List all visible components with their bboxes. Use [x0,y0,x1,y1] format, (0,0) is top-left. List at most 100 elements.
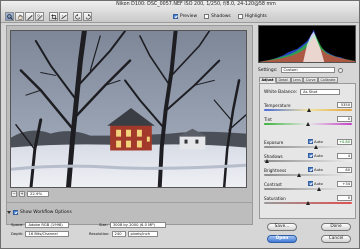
settings-menu-icon[interactable] [337,67,343,73]
cancel-button[interactable]: Cancel [321,235,351,243]
zoom-in-button[interactable]: + [19,191,25,197]
show-workflow-checkbox[interactable] [13,210,18,215]
depth-label: Depth: [11,232,24,236]
space-select[interactable]: Adobe RGB (1998) [25,222,70,228]
crop-icon [50,13,57,20]
disclosure-triangle-icon[interactable] [7,211,11,214]
contrast-auto-label: Auto [314,181,323,186]
toolbar [5,12,92,22]
shadows-clip-checkbox[interactable]: Shadows [204,14,231,19]
brightness-slider-track[interactable] [264,174,352,176]
histogram-graph [259,29,355,62]
white-balance-tool[interactable] [25,12,34,21]
shadows-clip-checkbox-box[interactable] [204,14,210,19]
white-balance-label: White Balance: [264,89,298,95]
exposure-row: Exposure Auto +0.80 [264,139,354,150]
tint-value[interactable]: 0 [337,116,352,122]
contrast-auto-checkbox[interactable] [308,181,313,186]
saturation-slider-thumb[interactable] [305,200,310,205]
tint-row: Tint 0 [264,116,354,127]
saturation-value[interactable]: 0 [337,195,352,201]
contrast-row: Contrast Auto +34 [264,181,354,192]
preview-image[interactable] [10,30,247,188]
open-button[interactable]: Open [267,235,297,243]
shadows-auto[interactable]: Auto [308,153,323,158]
exposure-auto-checkbox[interactable] [308,139,313,144]
temperature-label: Temperature [264,103,291,108]
settings-row: Settings: Custom [258,67,343,73]
white-balance-select[interactable]: As Shot [300,89,341,95]
highlights-clip-checkbox-box[interactable] [237,14,243,19]
rotate-left-tool[interactable] [73,12,82,21]
show-workflow-toggle[interactable]: Show Workflow Options [7,210,72,215]
depth-select[interactable]: 16 Bits/Channel [25,231,70,237]
exposure-auto-label: Auto [314,139,323,144]
temperature-slider-thumb[interactable] [307,107,312,112]
zoom-icon [6,13,13,20]
histogram [258,25,356,63]
contrast-slider-thumb[interactable] [316,186,321,191]
saturation-label: Saturation [264,196,286,201]
preview-label: Preview [180,14,198,19]
tint-slider-thumb[interactable] [305,121,310,126]
zoom-out-button[interactable]: − [11,191,17,197]
size-select[interactable]: 3008 by 2000 (6.0 MP) [109,222,166,228]
resolution-label: Resolution: [89,232,110,236]
brightness-auto-checkbox[interactable] [308,167,313,172]
color-sampler-icon [36,13,43,20]
straighten-tool[interactable] [59,12,68,21]
highlights-clip-checkbox[interactable]: Highlights [237,14,267,19]
highlights-clip-label: Highlights [244,14,267,19]
contrast-auto[interactable]: Auto [308,181,323,186]
resolution-input[interactable]: 240 [111,231,126,237]
shadows-clip-label: Shadows [211,14,231,19]
zoom-tool[interactable] [5,12,14,21]
hand-icon [17,14,23,20]
brightness-value[interactable]: 60 [337,167,352,173]
tint-label: Tint [264,117,272,122]
adjust-panel: White Balance: As Shot Temperature 5350 … [259,83,356,219]
shadows-slider-track[interactable] [264,160,352,162]
photo-scene [11,31,246,187]
straighten-icon [60,14,67,19]
contrast-slider-track[interactable] [264,188,352,190]
window-title: Nikon D100: DSC_0057.NEF ISO 200, 1/250,… [116,2,276,7]
exposure-value[interactable]: +0.80 [337,139,352,145]
rotate-right-tool[interactable] [83,12,92,21]
brightness-auto-label: Auto [314,167,323,172]
rotate-right-icon [85,13,91,19]
brightness-slider-thumb[interactable] [296,172,301,177]
crop-tool[interactable] [49,12,58,21]
shadows-value[interactable]: 4 [337,153,352,159]
temperature-value[interactable]: 5350 [337,102,352,108]
exposure-label: Exposure [264,140,284,145]
exposure-slider-track[interactable] [264,146,352,148]
workflow-options: Show Workflow Options Space: Adobe RGB (… [7,204,255,248]
brightness-auto[interactable]: Auto [308,167,323,172]
contrast-label: Contrast [264,182,282,187]
zoom-level-select[interactable]: 22.9% [27,191,49,197]
color-sampler-tool[interactable] [35,12,44,21]
brightness-label: Brightness [264,168,287,173]
size-label: Size: [99,223,108,227]
workflow-divider [6,202,253,203]
preview-checkbox[interactable]: Preview [173,14,197,19]
contrast-value[interactable]: +34 [337,181,352,187]
hand-tool[interactable] [15,12,24,21]
saturation-row: Saturation 0 [264,195,354,206]
exposure-auto[interactable]: Auto [308,139,323,144]
show-workflow-label: Show Workflow Options [20,210,72,215]
exposure-slider-thumb[interactable] [314,144,319,149]
shadows-auto-checkbox[interactable] [308,153,313,158]
resolution-unit-select[interactable]: pixels/inch [127,231,158,237]
temperature-row: Temperature 5350 [264,102,354,113]
size-field: Size: 3008 by 2000 (6.0 MP) [99,222,166,228]
shadows-slider-thumb[interactable] [265,158,270,163]
done-button[interactable]: Done [321,223,351,231]
rotate-left-icon [74,13,80,19]
save-button[interactable]: Save... [267,223,297,231]
preview-checkbox-box[interactable] [173,14,178,19]
resolution-field: Resolution: 240 pixels/inch [89,231,158,237]
settings-select[interactable]: Custom [280,67,335,73]
camera-raw-window: Nikon D100: DSC_0057.NEF ISO 200, 1/250,… [0,0,360,249]
